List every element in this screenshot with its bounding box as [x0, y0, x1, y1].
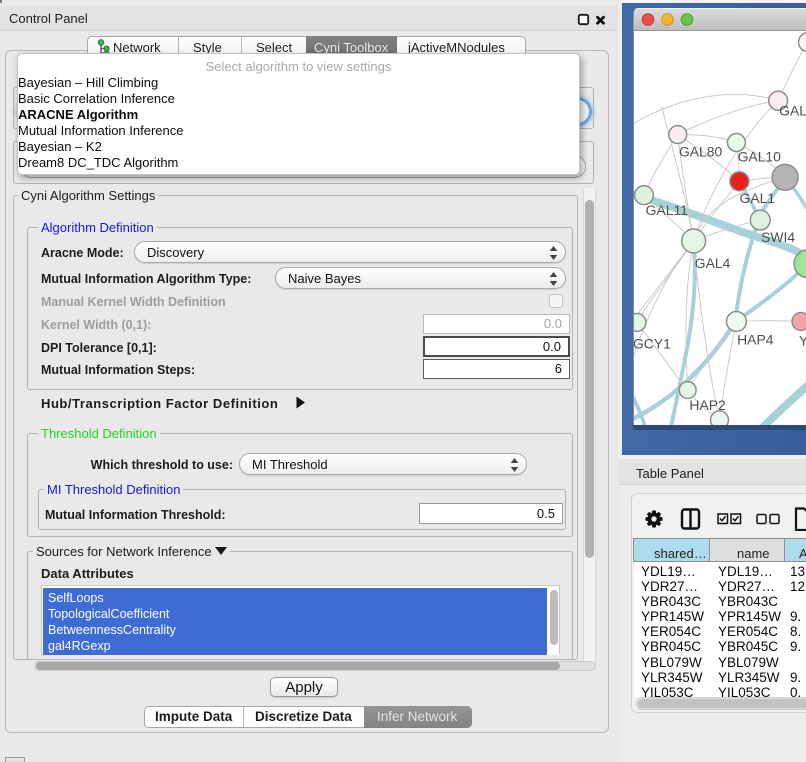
svg-text:GAL: GAL — [779, 103, 806, 119]
svg-text:GCY1: GCY1 — [633, 335, 671, 351]
svg-text:GAL10: GAL10 — [738, 148, 782, 164]
svg-text:GAL80: GAL80 — [679, 143, 723, 159]
svg-text:GAL4: GAL4 — [695, 255, 731, 271]
svg-text:GAL1: GAL1 — [740, 190, 776, 206]
svg-text:HAP2: HAP2 — [689, 397, 726, 413]
svg-text:Y: Y — [799, 332, 806, 348]
svg-text:GAL11: GAL11 — [646, 202, 689, 218]
svg-text:HAP4: HAP4 — [737, 331, 774, 347]
svg-text:SWI4: SWI4 — [761, 229, 795, 245]
